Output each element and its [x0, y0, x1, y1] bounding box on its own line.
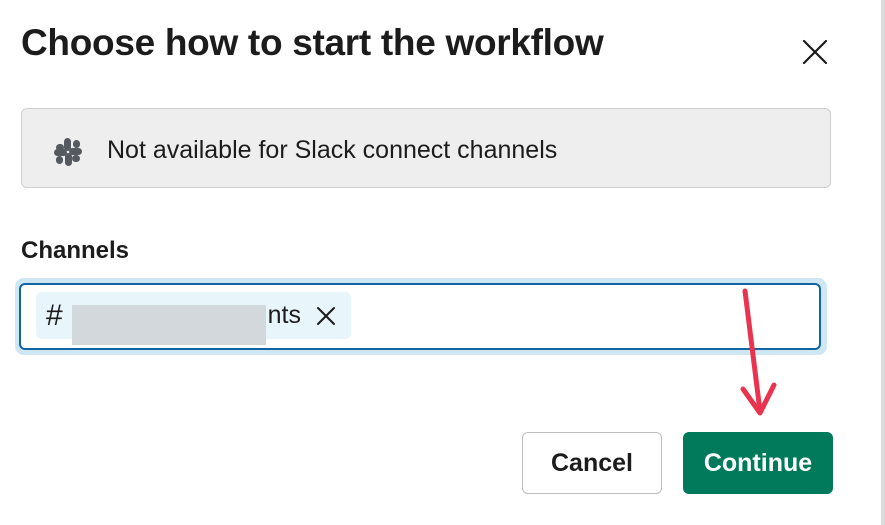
channels-label: Channels — [21, 237, 130, 264]
dialog-title: Choose how to start the workflow — [21, 22, 604, 63]
cancel-button[interactable]: Cancel — [522, 432, 662, 494]
window-edge — [881, 0, 885, 525]
continue-button[interactable]: Continue — [683, 432, 833, 494]
slack-logo-icon — [54, 138, 82, 166]
remove-channel-button[interactable] — [314, 304, 338, 328]
channel-hash: # — [46, 299, 63, 332]
close-icon — [317, 307, 335, 325]
channel-chip: # nts — [36, 292, 351, 345]
availability-notice: Not available for Slack connect channels — [21, 108, 831, 188]
redacted-channel-name — [72, 305, 266, 345]
close-icon — [802, 39, 828, 65]
close-button[interactable] — [799, 36, 831, 68]
annotation-arrow-icon — [740, 288, 777, 416]
notice-text: Not available for Slack connect channels — [107, 136, 558, 164]
